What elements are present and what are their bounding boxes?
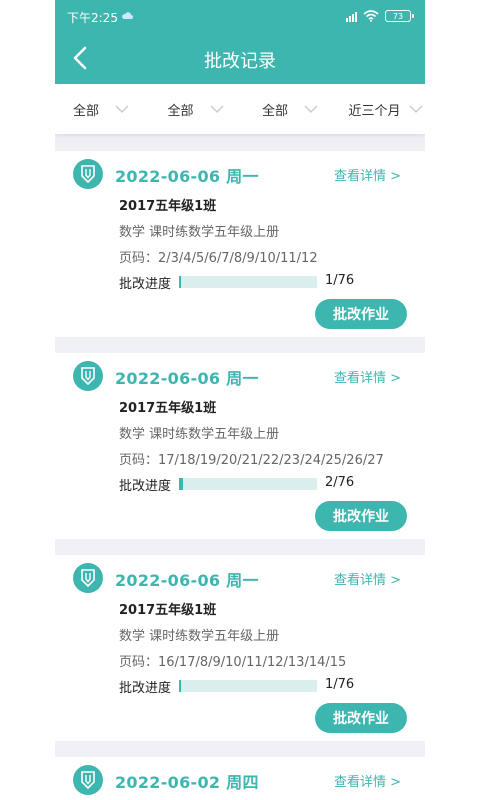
page-numbers: 页码：2/3/4/5/6/7/8/9/10/11/12 [119,251,318,266]
app-screen: 下午2:25 73 批改记录 全部 全部 全部 近三个月 2022-06-06 … [55,0,425,800]
record-card: 2022-06-06 周一 查看详情 > 2017五年级1班 数学 课时练数学五… [55,555,425,741]
grade-homework-button[interactable]: 批改作业 [315,703,407,733]
record-date: 2022-06-06 周一 [115,167,259,186]
signal-icon [346,10,357,22]
record-card: 2022-06-06 周一 查看详情 > 2017五年级1班 数学 课时练数学五… [55,151,425,337]
progress-label: 批改进度 [119,681,172,696]
filter-label: 全部 [262,103,289,119]
record-logo-icon [73,361,103,391]
page-numbers: 页码：16/17/8/9/10/11/12/13/14/15 [119,655,347,670]
record-date: 2022-06-06 周一 [115,369,259,388]
filter-label: 全部 [73,103,100,119]
chevron-down-icon [409,105,422,113]
progress-bar [179,276,317,288]
status-icons: 73 [346,8,414,24]
progress-bar [179,680,317,692]
filter-dropdown-3[interactable]: 全部 [244,84,339,134]
progress-count: 1/76 [325,677,355,692]
filter-dropdown-1[interactable]: 全部 [55,84,150,134]
view-details-link[interactable]: 查看详情 > [334,569,401,588]
progress-label: 批改进度 [119,277,172,292]
subject-book: 数学 课时练数学五年级上册 [119,427,280,442]
record-logo-icon [73,159,103,189]
grade-homework-button[interactable]: 批改作业 [315,299,407,329]
filter-dropdown-2[interactable]: 全部 [150,84,245,134]
record-card: 2022-06-06 周一 查看详情 > 2017五年级1班 数学 课时练数学五… [55,353,425,539]
status-time: 下午2:25 [67,11,118,25]
progress-fill [179,680,182,692]
wifi-icon [363,10,379,22]
filter-bar: 全部 全部 全部 近三个月 [55,84,425,134]
progress-fill [179,276,182,288]
view-details-link[interactable]: 查看详情 > [334,367,401,386]
progress-bar [179,478,317,490]
weather-cloud-icon [122,12,133,19]
progress-count: 1/76 [325,273,355,288]
class-name: 2017五年级1班 [119,603,217,618]
subject-book: 数学 课时练数学五年级上册 [119,629,280,644]
filter-dropdown-time-range[interactable]: 近三个月 [339,84,426,134]
record-logo-icon [73,563,103,593]
chevron-down-icon [304,105,318,113]
filter-label: 近三个月 [348,103,401,119]
battery-icon: 73 [385,10,414,22]
view-details-link[interactable]: 查看详情 > [334,771,401,790]
progress-label: 批改进度 [119,479,172,494]
record-logo-icon [73,765,103,795]
app-header: 下午2:25 73 批改记录 [55,0,425,84]
class-name: 2017五年级1班 [119,199,217,214]
progress-fill [179,478,183,490]
status-bar: 下午2:25 73 [55,0,425,32]
view-details-link[interactable]: 查看详情 > [334,165,401,184]
subject-book: 数学 课时练数学五年级上册 [119,225,280,240]
progress-count: 2/76 [325,475,355,490]
class-name: 2017五年级1班 [119,401,217,416]
record-card: 2022-06-02 周四 查看详情 > [55,757,425,800]
record-date: 2022-06-06 周一 [115,571,259,590]
chevron-down-icon [115,105,129,113]
record-date: 2022-06-02 周四 [115,773,259,792]
grade-homework-button[interactable]: 批改作业 [315,501,407,531]
filter-label: 全部 [167,103,194,119]
chevron-down-icon [210,105,223,113]
page-numbers: 页码：17/18/19/20/21/22/23/24/25/26/27 [119,453,384,468]
page-title: 批改记录 [204,51,276,72]
